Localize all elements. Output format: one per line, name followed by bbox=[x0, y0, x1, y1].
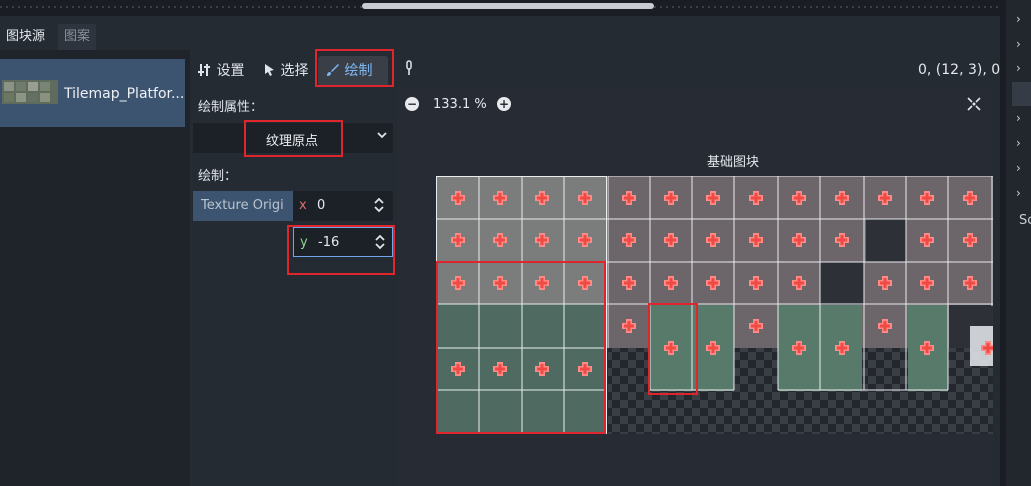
pin-icon[interactable] bbox=[405, 60, 413, 80]
texture-origin-x-field[interactable]: x 0 bbox=[293, 191, 393, 221]
tab-tile-sources[interactable]: 图块源 bbox=[0, 24, 52, 50]
highlight-y-field bbox=[287, 225, 395, 275]
cursor-icon bbox=[264, 63, 280, 79]
chevron-down-icon bbox=[376, 129, 388, 145]
highlight-paint-button bbox=[315, 49, 394, 87]
chevron-right-icon[interactable]: › bbox=[1016, 37, 1021, 51]
tile-source-thumbnail bbox=[2, 80, 58, 104]
chevron-right-icon[interactable]: › bbox=[1016, 161, 1021, 175]
thumbnail-image bbox=[2, 80, 58, 104]
chevron-right-icon[interactable]: › bbox=[1016, 61, 1021, 75]
horizontal-scrollbar[interactable] bbox=[362, 3, 654, 9]
highlight-dropdown bbox=[244, 120, 343, 157]
zoom-out-icon[interactable]: − bbox=[405, 97, 419, 111]
zoom-in-icon[interactable]: + bbox=[497, 97, 511, 111]
chevron-right-icon[interactable]: › bbox=[1016, 12, 1021, 26]
chevron-right-icon[interactable]: › bbox=[1016, 111, 1021, 125]
setup-icon bbox=[198, 63, 216, 79]
center-view-icon[interactable] bbox=[967, 97, 981, 115]
x-axis-label: x bbox=[299, 198, 307, 213]
tile-coordinates: 0, (12, 3), 0 bbox=[918, 62, 1001, 78]
chevron-right-icon[interactable]: › bbox=[1016, 186, 1021, 200]
atlas-title: 基础图块 bbox=[707, 155, 760, 170]
setup-label: 设置 bbox=[216, 63, 245, 79]
tile-atlas-grid[interactable] bbox=[436, 176, 993, 434]
select-label: 选择 bbox=[280, 63, 309, 79]
up-down-arrows-icon[interactable] bbox=[373, 195, 385, 218]
paint-section-label: 绘制： bbox=[198, 169, 238, 184]
texture-origin-label: Texture Origi bbox=[193, 191, 293, 221]
inspector-selected-row[interactable] bbox=[1012, 82, 1031, 106]
tab-patterns[interactable]: 图案 bbox=[58, 24, 97, 50]
tile-source-label: Tilemap_Platfor... bbox=[64, 86, 185, 102]
x-value: 0 bbox=[317, 198, 326, 213]
select-button[interactable]: 选择 bbox=[264, 56, 308, 86]
inspector-label-fragment: Sc bbox=[1019, 213, 1031, 228]
chevron-right-icon[interactable]: › bbox=[1016, 136, 1021, 150]
paint-properties-label: 绘制属性： bbox=[198, 100, 264, 115]
setup-button[interactable]: 设置 bbox=[198, 56, 244, 86]
zoom-level[interactable]: 133.1 % bbox=[433, 97, 487, 112]
